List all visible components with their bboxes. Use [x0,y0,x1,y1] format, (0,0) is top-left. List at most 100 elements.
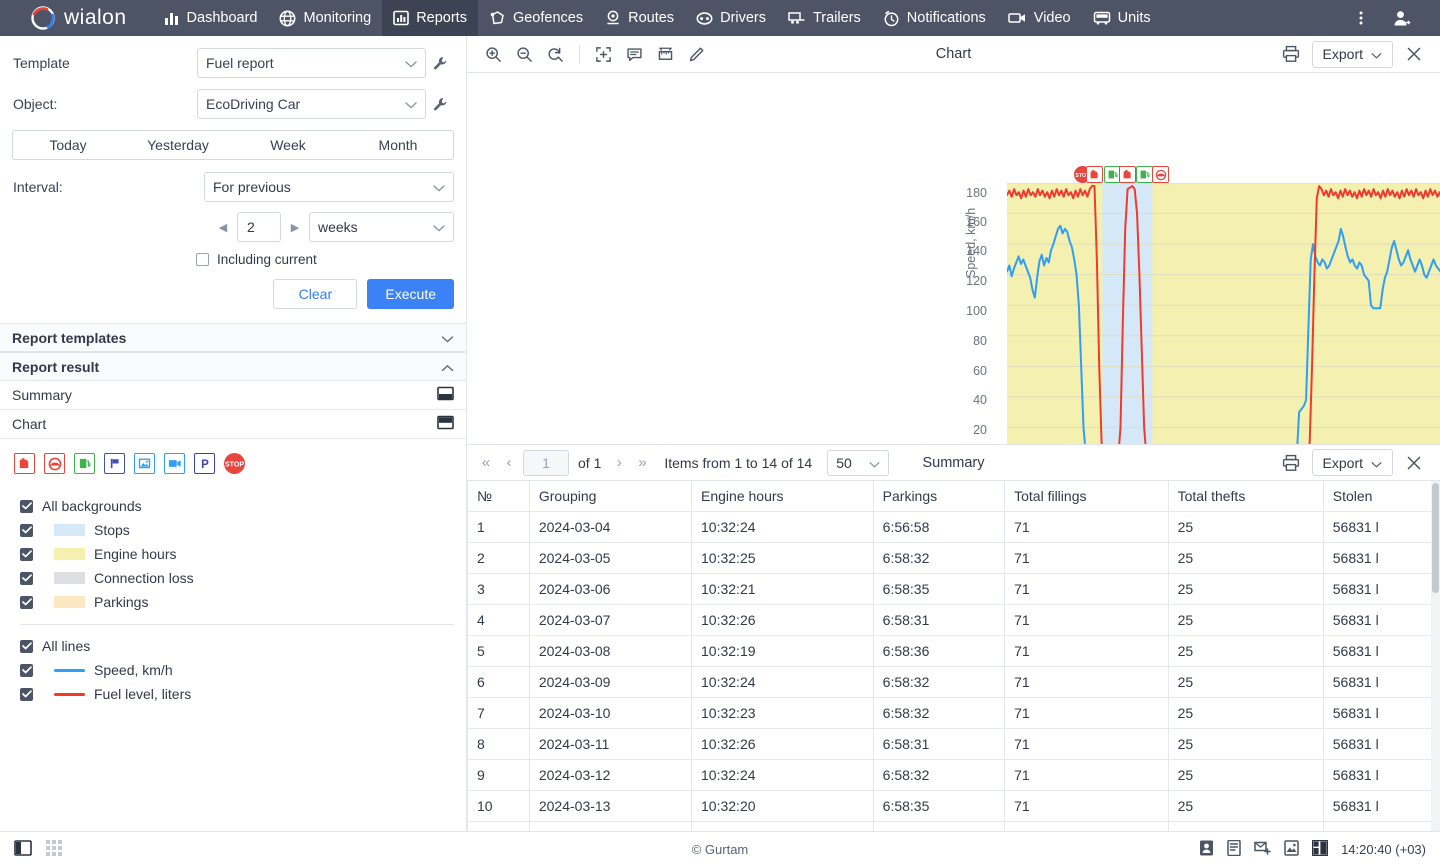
table-row[interactable]: 112024-03-1410:32:256:58:31712556831 l [468,822,1440,832]
flag-icon[interactable] [104,453,125,474]
chart-export-button[interactable]: Export [1312,41,1393,68]
table-header-cell[interactable]: Engine hours [692,481,874,512]
panel-toggle-icon[interactable] [14,840,32,859]
section-report-templates[interactable]: Report templates [0,323,466,352]
nav-item-reports[interactable]: Reports [382,0,478,36]
table-row[interactable]: 32024-03-0610:32:216:58:35712556831 l [468,574,1440,605]
image-icon[interactable] [1284,840,1299,859]
nav-item-notifications[interactable]: Notifications [872,0,997,36]
checkbox-checked-icon[interactable] [20,500,33,513]
wialon-logo[interactable]: wialon [0,5,153,31]
close-icon[interactable] [1399,40,1428,69]
object-settings-button[interactable] [426,97,454,112]
nav-item-trailers[interactable]: Trailers [777,0,872,36]
interval-select[interactable]: For previous [204,172,454,202]
page-size-select[interactable]: 50 [827,450,889,476]
chart-area[interactable]: Speed, km/h Volume, litres 180 160 140 1… [467,73,1440,444]
summary-table-wrapper[interactable]: №GroupingEngine hoursParkingsTotal filli… [467,481,1440,831]
printer-icon[interactable] [1277,40,1306,69]
template-select[interactable]: Fuel report [197,48,426,78]
result-item-summary[interactable]: Summary [0,381,466,410]
nav-item-geofences[interactable]: Geofences [478,0,594,36]
layout-icon[interactable] [1312,840,1328,859]
checkbox-checked-icon[interactable] [20,524,33,537]
next-page-button[interactable]: › [610,451,628,475]
table-header-cell[interactable]: Grouping [529,481,691,512]
reset-zoom-icon[interactable] [541,40,570,69]
clear-button[interactable]: Clear [273,279,357,309]
nav-item-video[interactable]: Video [997,0,1082,36]
table-row[interactable]: 102024-03-1310:32:206:58:35712556831 l [468,791,1440,822]
table-row[interactable]: 82024-03-1110:32:266:58:31712556831 l [468,729,1440,760]
video-icon[interactable] [164,453,185,474]
last-page-button[interactable]: » [633,451,651,475]
checkbox-checked-icon[interactable] [20,688,33,701]
list-icon[interactable] [1227,840,1241,859]
execute-button[interactable]: Execute [367,279,454,309]
fuel-station-icon[interactable] [74,453,95,474]
table-header-cell[interactable]: Total fillings [1005,481,1169,512]
nav-item-monitoring[interactable]: Monitoring [268,0,382,36]
printer-icon[interactable] [1277,448,1306,477]
dock-bottom-icon[interactable] [437,386,454,404]
tab-today[interactable]: Today [13,131,123,159]
table-row[interactable]: 12024-03-0410:32:246:56:58712556831 l [468,512,1440,543]
including-current-checkbox[interactable] [196,253,209,266]
result-item-chart[interactable]: Chart [0,410,466,439]
pencil-icon[interactable] [682,40,711,69]
checkbox-checked-icon[interactable] [20,664,33,677]
zoom-in-icon[interactable] [479,40,508,69]
more-options-icon[interactable] [1344,1,1378,35]
table-scrollbar[interactable] [1431,481,1440,831]
interval-amount-input[interactable]: 2 [237,212,281,242]
table-row[interactable]: 22024-03-0510:32:256:58:32712556831 l [468,543,1440,574]
nav-item-units[interactable]: Units [1082,0,1162,36]
table-header-cell[interactable]: Parkings [873,481,1004,512]
tab-yesterday[interactable]: Yesterday [123,131,233,159]
table-row[interactable]: 72024-03-1010:32:236:58:32712556831 l [468,698,1440,729]
image-icon[interactable] [134,453,155,474]
dock-top-icon[interactable] [437,415,454,433]
marker-fuel-canister-icon[interactable] [1086,166,1103,183]
ruler-icon[interactable] [651,40,680,69]
object-select[interactable]: EcoDriving Car [197,89,426,119]
parking-icon[interactable]: P [194,453,215,474]
table-scroll-thumb[interactable] [1432,483,1439,593]
comment-icon[interactable] [620,40,649,69]
checkbox-checked-icon[interactable] [20,640,33,653]
close-icon[interactable] [1399,448,1428,477]
user-icon[interactable] [1199,840,1214,859]
stepper-increment-button[interactable]: ▶ [287,221,303,234]
fuel-canister-icon[interactable] [14,453,35,474]
first-page-button[interactable]: « [477,451,495,475]
table-header-cell[interactable]: Total thefts [1168,481,1323,512]
checkbox-checked-icon[interactable] [20,548,33,561]
checkbox-checked-icon[interactable] [20,572,33,585]
user-account-icon[interactable] [1384,1,1418,35]
table-row[interactable]: 52024-03-0810:32:196:58:36712556831 l [468,636,1440,667]
page-number-input[interactable]: 1 [523,450,569,476]
prev-page-button[interactable]: ‹ [500,451,518,475]
stepper-decrement-button[interactable]: ◀ [215,221,231,234]
marker-fuel-canister-icon[interactable] [1119,166,1136,183]
table-row[interactable]: 42024-03-0710:32:266:58:31712556831 l [468,605,1440,636]
template-settings-button[interactable] [426,56,454,71]
summary-export-button[interactable]: Export [1312,449,1393,476]
marker-fuel-station-icon[interactable] [1136,166,1153,183]
tab-month[interactable]: Month [343,131,453,159]
table-row[interactable]: 62024-03-0910:32:246:58:32712556831 l [468,667,1440,698]
table-header-cell[interactable]: Stolen [1323,481,1439,512]
zoom-out-icon[interactable] [510,40,539,69]
nav-item-drivers[interactable]: Drivers [685,0,777,36]
apps-grid-icon[interactable] [46,840,62,859]
table-row[interactable]: 92024-03-1210:32:246:58:32712556831 l [468,760,1440,791]
fullscreen-icon[interactable] [589,40,618,69]
nav-item-dashboard[interactable]: Dashboard [153,0,269,36]
tab-week[interactable]: Week [233,131,343,159]
marker-fuel-gauge-icon[interactable] [1152,166,1169,183]
table-header-cell[interactable]: № [468,481,530,512]
checkbox-checked-icon[interactable] [20,596,33,609]
section-report-result[interactable]: Report result [0,352,466,381]
fuel-gauge-icon[interactable] [44,453,65,474]
stop-sign-icon[interactable]: STOP [224,453,245,474]
